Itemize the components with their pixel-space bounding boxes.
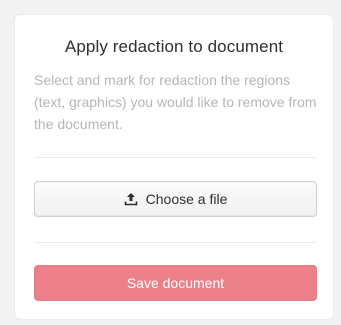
redaction-panel: Apply redaction to document Select and m… <box>14 14 334 320</box>
save-document-button[interactable]: Save document <box>34 265 317 301</box>
divider <box>34 157 317 158</box>
divider <box>34 242 317 243</box>
panel-description: Select and mark for redaction the region… <box>34 72 317 132</box>
choose-file-button[interactable]: Choose a file <box>34 181 317 217</box>
choose-file-label: Choose a file <box>145 191 228 207</box>
panel-title: Apply redaction to document <box>64 37 284 56</box>
upload-icon <box>124 192 138 206</box>
save-document-label: Save document <box>126 275 225 291</box>
